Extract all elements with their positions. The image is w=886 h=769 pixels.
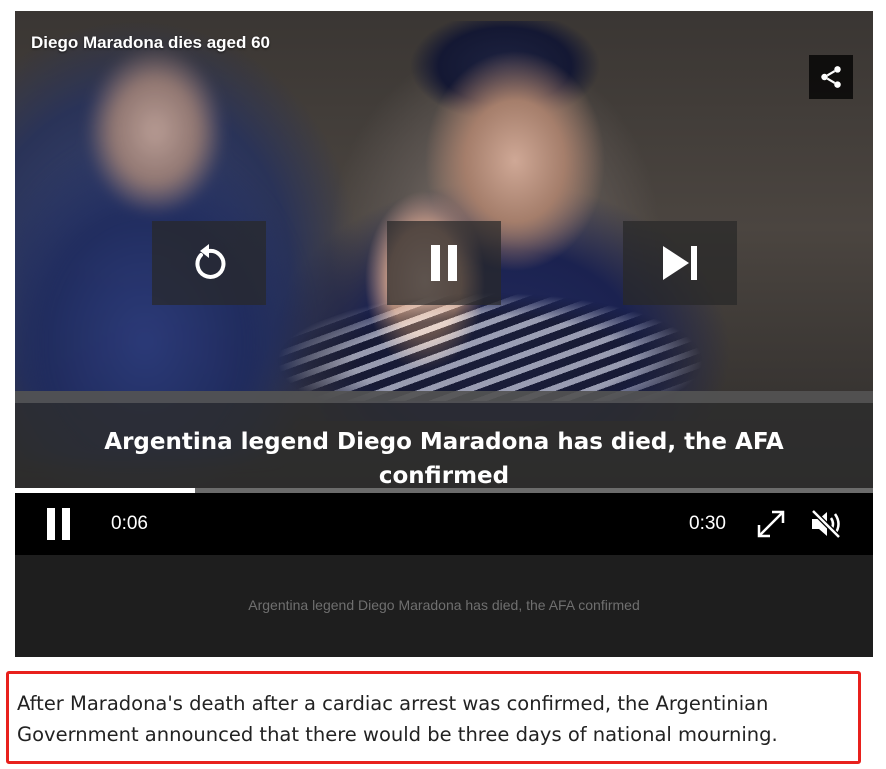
skip-next-icon (663, 246, 697, 280)
video-caption-band: Argentina legend Diego Maradona has died… (15, 391, 873, 493)
share-button[interactable] (809, 55, 853, 99)
pause-icon (431, 245, 457, 281)
center-pause-button[interactable] (387, 221, 501, 305)
share-icon (821, 66, 841, 88)
video-title[interactable]: Diego Maradona dies aged 60 (31, 33, 270, 53)
replay-button[interactable] (152, 221, 266, 305)
pause-icon[interactable] (43, 507, 75, 541)
skip-next-button[interactable] (623, 221, 737, 305)
current-time: 0:06 (111, 513, 148, 534)
video-caption: Argentina legend Diego Maradona has died… (104, 429, 784, 489)
highlighted-paragraph-box: After Maradona's death after a cardiac a… (6, 671, 861, 764)
below-player-caption: Argentina legend Diego Maradona has died… (248, 597, 640, 613)
video-player[interactable]: Diego Maradona dies aged 60 Argentina le… (15, 11, 873, 657)
caption-area: Argentina legend Diego Maradona has died… (15, 555, 873, 657)
control-bar: 0:06 0:30 (15, 493, 873, 555)
duration: 0:30 (689, 513, 726, 534)
muted-speaker-icon[interactable] (808, 506, 844, 542)
video-frame[interactable]: Diego Maradona dies aged 60 Argentina le… (15, 11, 873, 493)
article-paragraph: After Maradona's death after a cardiac a… (17, 692, 778, 746)
replay-icon (195, 244, 226, 279)
fullscreen-icon[interactable] (753, 506, 789, 542)
